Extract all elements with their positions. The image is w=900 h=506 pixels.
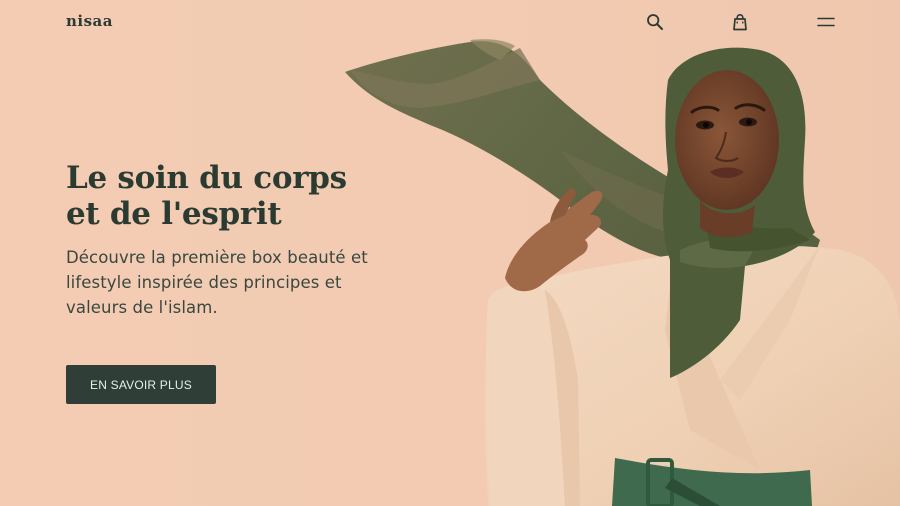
menu-icon [817,17,835,27]
cart-button[interactable] [729,11,751,33]
hero-subtitle-line1: Découvre la première box beauté et [66,248,368,267]
search-button[interactable] [644,11,666,33]
shopping-bag-icon [733,14,747,31]
search-icon [647,14,663,30]
hero-subtitle-line2: lifestyle inspirée des principes et [66,273,342,292]
learn-more-button[interactable]: EN SAVOIR PLUS [66,365,216,404]
site-header: nisaa [0,0,900,46]
hero-subtitle-line3: valeurs de l'islam. [66,298,218,317]
hero-title: Le soin du corps et de l'esprit [66,160,426,232]
face [675,70,779,210]
hero-title-line2: et de l'esprit [66,196,282,232]
brand-logo[interactable]: nisaa [66,12,113,30]
menu-button[interactable] [815,11,837,33]
hero-subtitle: Découvre la première box beauté et lifes… [66,245,386,320]
hero-section: Le soin du corps et de l'esprit Découvre… [66,160,426,320]
page: nisaa Le soin du corps et de l'esprit Dé… [0,0,900,506]
hero-title-line1: Le soin du corps [66,160,347,196]
